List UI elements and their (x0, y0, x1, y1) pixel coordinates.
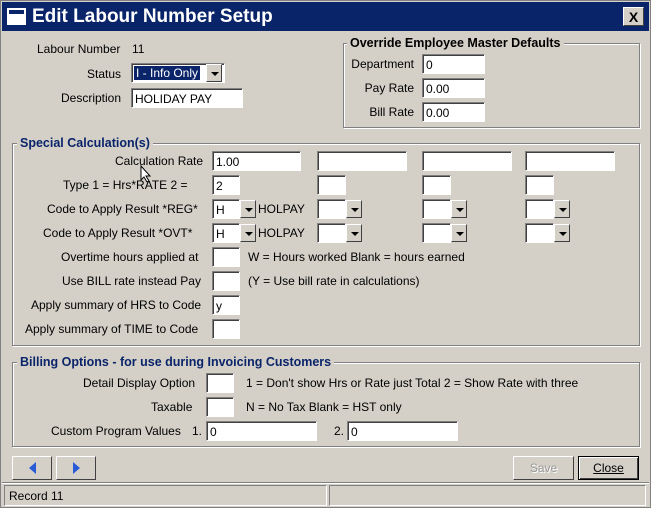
overtime-label: Overtime hours applied at (61, 250, 199, 264)
status-selected-value: I - Info Only (134, 66, 201, 80)
billing-options-title: Billing Options - for use during Invoici… (17, 355, 335, 369)
code-ovt-select-4[interactable] (525, 223, 554, 243)
summary-time-input[interactable] (212, 319, 240, 339)
labour-number-label: Labour Number (37, 42, 121, 56)
status-bar: Record 11 (2, 484, 649, 507)
edit-labour-window: Edit Labour Number Setup X Labour Number… (0, 0, 651, 508)
code-ovt-label: Code to Apply Result *OVT* (43, 226, 193, 240)
type-input-3[interactable] (422, 175, 451, 195)
use-bill-rate-input[interactable] (212, 271, 240, 291)
code-reg-select-1[interactable]: H (212, 199, 240, 219)
code-reg-select-4[interactable] (525, 199, 554, 219)
type-input-2[interactable] (317, 175, 346, 195)
pay-rate-label: Pay Rate (364, 81, 414, 95)
next-record-button[interactable] (56, 456, 96, 480)
use-bill-rate-hint: (Y = Use bill rate in calculations) (248, 274, 420, 288)
close-button[interactable]: Close (578, 456, 639, 480)
special-calculation-title: Special Calculation(s) (17, 136, 153, 150)
description-input[interactable]: HOLIDAY PAY (131, 88, 243, 108)
previous-record-button[interactable] (12, 456, 52, 480)
code-reg-dropdown-icon-1[interactable] (240, 200, 256, 218)
override-defaults-title: Override Employee Master Defaults (347, 36, 564, 50)
custom-value-2-input[interactable]: 0 (347, 421, 458, 441)
calc-rate-input-4[interactable] (525, 151, 615, 171)
department-input[interactable]: 0 (422, 54, 485, 74)
code-reg-dropdown-icon-4[interactable] (554, 200, 570, 218)
taxable-input[interactable] (206, 397, 234, 417)
detail-display-hint: 1 = Don't show Hrs or Rate just Total 2 … (246, 376, 579, 390)
custom-value-2-label: 2. (334, 424, 345, 438)
code-reg-description: HOLPAY (258, 202, 305, 216)
status-label: Status (87, 67, 122, 81)
custom-value-1-input[interactable]: 0 (206, 421, 317, 441)
department-label: Department (351, 57, 414, 71)
code-reg-select-3[interactable] (422, 199, 451, 219)
labour-number-value: 11 (132, 42, 145, 56)
status-dropdown-icon[interactable] (206, 64, 222, 82)
calc-rate-input-1[interactable]: 1.00 (212, 151, 301, 171)
summary-hrs-label: Apply summary of HRS to Code (31, 298, 202, 312)
close-window-button[interactable]: X (623, 7, 644, 26)
code-reg-select-2[interactable] (317, 199, 346, 219)
code-ovt-select-2[interactable] (317, 223, 346, 243)
code-ovt-description: HOLPAY (258, 226, 305, 240)
mouse-cursor-icon (140, 165, 152, 183)
calc-rate-input-3[interactable] (422, 151, 512, 171)
arrow-right-icon (72, 462, 80, 474)
code-ovt-dropdown-icon-2[interactable] (346, 224, 362, 242)
status-pane-2 (329, 485, 646, 506)
code-reg-dropdown-icon-3[interactable] (451, 200, 467, 218)
arrow-left-icon (28, 462, 36, 474)
special-calculation-group (12, 143, 640, 346)
title-bar: Edit Labour Number Setup X (2, 2, 649, 31)
close-button-label: Close (593, 461, 624, 475)
custom-program-label: Custom Program Values (51, 424, 181, 438)
type-label: Type 1 = Hrs*RATE 2 = (63, 178, 188, 192)
taxable-label: Taxable (151, 400, 193, 414)
code-ovt-dropdown-icon-3[interactable] (451, 224, 467, 242)
summary-time-label: Apply summary of TIME to Code (25, 322, 199, 336)
bill-rate-input[interactable]: 0.00 (422, 102, 485, 122)
code-ovt-select-1[interactable]: H (212, 223, 240, 243)
summary-hrs-input[interactable]: y (212, 295, 240, 315)
code-ovt-select-3[interactable] (422, 223, 451, 243)
type-input-4[interactable] (525, 175, 554, 195)
description-label: Description (61, 91, 122, 105)
calc-rate-label: Calculation Rate (115, 154, 204, 168)
custom-value-1-label: 1. (192, 424, 203, 438)
detail-display-input[interactable] (206, 373, 234, 393)
code-ovt-dropdown-icon-1[interactable] (240, 224, 256, 242)
code-ovt-dropdown-icon-4[interactable] (554, 224, 570, 242)
window-icon (7, 8, 26, 25)
bill-rate-label: Bill Rate (369, 105, 414, 119)
code-reg-label: Code to Apply Result *REG* (47, 202, 198, 216)
use-bill-rate-label: Use BILL rate instead Pay (62, 274, 201, 288)
code-reg-dropdown-icon-2[interactable] (346, 200, 362, 218)
detail-display-label: Detail Display Option (83, 376, 196, 390)
close-icon: X (628, 8, 639, 25)
save-button[interactable]: Save (513, 456, 574, 480)
taxable-hint: N = No Tax Blank = HST only (246, 400, 402, 414)
status-record-pane: Record 11 (4, 485, 327, 506)
window-title: Edit Labour Number Setup (32, 5, 273, 27)
calc-rate-input-2[interactable] (317, 151, 407, 171)
overtime-input[interactable] (212, 247, 240, 267)
overtime-hint: W = Hours worked Blank = hours earned (248, 250, 465, 264)
type-input-1[interactable]: 2 (212, 175, 240, 195)
save-button-label: Save (529, 461, 558, 475)
pay-rate-input[interactable]: 0.00 (422, 78, 485, 98)
